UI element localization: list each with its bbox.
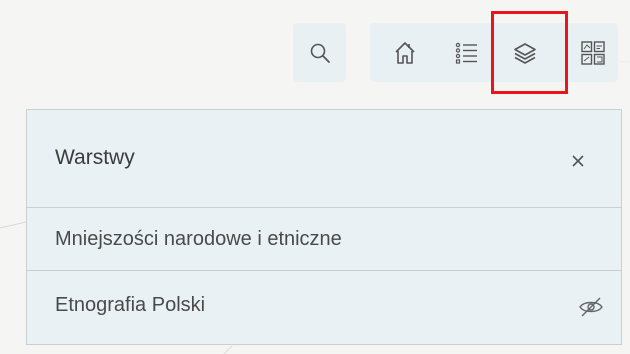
search-icon [310, 43, 330, 63]
panel-header: Warstwy [27, 110, 621, 208]
eye-off-icon [579, 297, 603, 317]
layer-list-panel: Warstwy Mniejszości narodowe i etniczne … [26, 109, 622, 345]
map-view[interactable]: Warstwy Mniejszości narodowe i etniczne … [0, 0, 630, 354]
layer-item[interactable]: Mniejszości narodowe i etniczne [27, 208, 621, 271]
layers-icon [514, 42, 536, 64]
layers-button[interactable] [498, 23, 552, 82]
legend-button[interactable] [440, 23, 494, 82]
panel-title: Warstwy [55, 146, 135, 169]
legend-list-icon [455, 42, 477, 64]
close-panel-button[interactable] [563, 146, 593, 176]
layer-label: Etnografia Polski [55, 294, 206, 316]
basemap-gallery-button[interactable] [566, 23, 620, 82]
search-button[interactable] [293, 23, 346, 82]
basemap-gallery-icon [581, 40, 605, 65]
close-icon [572, 155, 584, 167]
layer-item[interactable]: Etnografia Polski [27, 271, 621, 344]
visibility-toggle[interactable] [578, 295, 604, 319]
home-icon [395, 41, 415, 64]
layer-label: Mniejszości narodowe i etniczne [55, 228, 342, 250]
home-button[interactable] [378, 23, 432, 82]
